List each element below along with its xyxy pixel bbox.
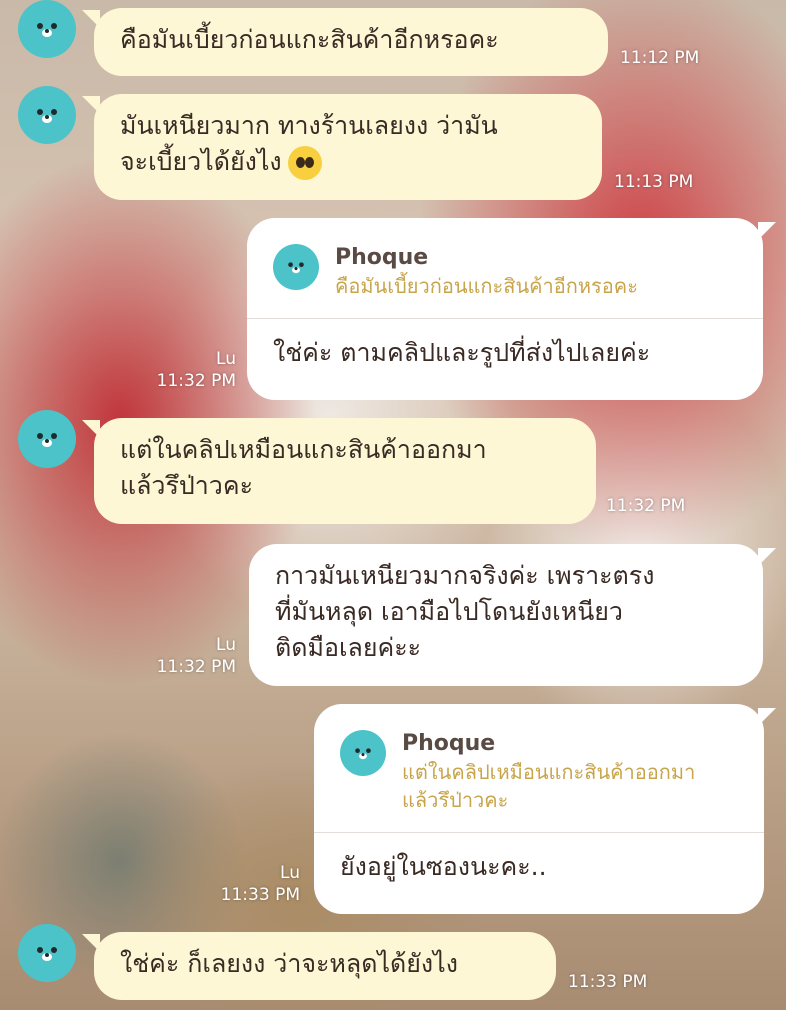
- message-text-line: ติดมือเลยค่ะะ: [275, 633, 422, 662]
- message-meta: Lu 11:32 PM: [150, 634, 236, 678]
- message-bubble-outgoing[interactable]: Phoque คือมันเบี้ยวก่อนแกะสินค้าอีกหรอคะ…: [247, 218, 763, 400]
- seal-face-icon: [288, 262, 304, 274]
- message-time: 11:32 PM: [156, 371, 236, 391]
- message-bubble-incoming[interactable]: มันเหนียวมาก ทางร้านเลยงง ว่ามัน จะเบี้ย…: [94, 94, 602, 200]
- reply-avatar: [273, 244, 319, 290]
- contact-avatar[interactable]: [18, 86, 76, 144]
- reply-sender-name: Phoque: [402, 731, 496, 756]
- message-text-line: แล้วรึป่าวคะ: [120, 471, 253, 500]
- message-time: 11:32 PM: [156, 657, 236, 677]
- message-text: คือมันเบี้ยวก่อนแกะสินค้าอีกหรอคะ: [120, 25, 499, 54]
- reply-quoted-text: คือมันเบี้ยวก่อนแกะสินค้าอีกหรอคะ: [335, 274, 638, 298]
- seal-face-icon: [37, 23, 57, 37]
- pleading-face-emoji: [287, 146, 322, 180]
- contact-avatar[interactable]: [18, 0, 76, 58]
- message-text: ใช่ค่ะ ตามคลิปและรูปที่ส่งไปเลยค่ะ: [273, 338, 651, 367]
- message-bubble-outgoing[interactable]: Phoque แต่ในคลิปเหมือนแกะสินค้าออกมา แล้…: [314, 704, 764, 914]
- seal-face-icon: [37, 433, 57, 447]
- read-receipt: Lu: [216, 349, 236, 369]
- message-text-line: จะเบี้ยวได้ยังไง: [120, 147, 282, 176]
- message-text-line: ที่มันหลุด เอามือไปโดนยังเหนียว: [275, 597, 623, 626]
- message-bubble-incoming[interactable]: แต่ในคลิปเหมือนแกะสินค้าออกมา แล้วรึป่าว…: [94, 418, 596, 524]
- read-receipt: Lu: [216, 635, 236, 655]
- contact-avatar[interactable]: [18, 410, 76, 468]
- bubble-tail: [758, 548, 776, 566]
- reply-sender-name: Phoque: [335, 245, 429, 270]
- message-text-line: แต่ในคลิปเหมือนแกะสินค้าออกมา: [120, 435, 487, 464]
- contact-avatar[interactable]: [18, 924, 76, 982]
- seal-face-icon: [37, 109, 57, 123]
- reply-preview[interactable]: Phoque คือมันเบี้ยวก่อนแกะสินค้าอีกหรอคะ: [273, 240, 737, 318]
- seal-face-icon: [37, 947, 57, 961]
- message-text: ยังอยู่ในซองนะคะ..: [340, 852, 547, 881]
- message-time: 11:13 PM: [614, 172, 694, 192]
- message-text-line: มันเหนียวมาก ทางร้านเลยงง ว่ามัน: [120, 111, 498, 140]
- message-text-line: กาวมันเหนียวมากจริงค่ะ เพราะตรง: [275, 561, 655, 590]
- message-meta: Lu 11:32 PM: [150, 348, 236, 392]
- message-time: 11:32 PM: [606, 496, 686, 516]
- message-text: ใช่ค่ะ ก็เลยงง ว่าจะหลุดได้ยังไง: [120, 949, 458, 978]
- message-time: 11:33 PM: [220, 885, 300, 905]
- bubble-tail: [758, 708, 776, 726]
- message-time: 11:12 PM: [620, 48, 700, 68]
- message-meta: Lu 11:33 PM: [214, 862, 300, 906]
- seal-face-icon: [355, 748, 371, 760]
- reply-avatar: [340, 730, 386, 776]
- message-bubble-incoming[interactable]: ใช่ค่ะ ก็เลยงง ว่าจะหลุดได้ยังไง: [94, 932, 556, 1000]
- message-time: 11:33 PM: [568, 972, 648, 992]
- message-bubble-incoming[interactable]: คือมันเบี้ยวก่อนแกะสินค้าอีกหรอคะ: [94, 8, 608, 76]
- message-bubble-outgoing[interactable]: กาวมันเหนียวมากจริงค่ะ เพราะตรง ที่มันหล…: [249, 544, 763, 686]
- bubble-tail: [758, 222, 776, 240]
- reply-quoted-text-line: แต่ในคลิปเหมือนแกะสินค้าออกมา: [402, 760, 696, 784]
- read-receipt: Lu: [280, 863, 300, 883]
- reply-quoted-text-line: แล้วรึป่าวคะ: [402, 788, 509, 812]
- reply-preview[interactable]: Phoque แต่ในคลิปเหมือนแกะสินค้าออกมา แล้…: [340, 726, 738, 832]
